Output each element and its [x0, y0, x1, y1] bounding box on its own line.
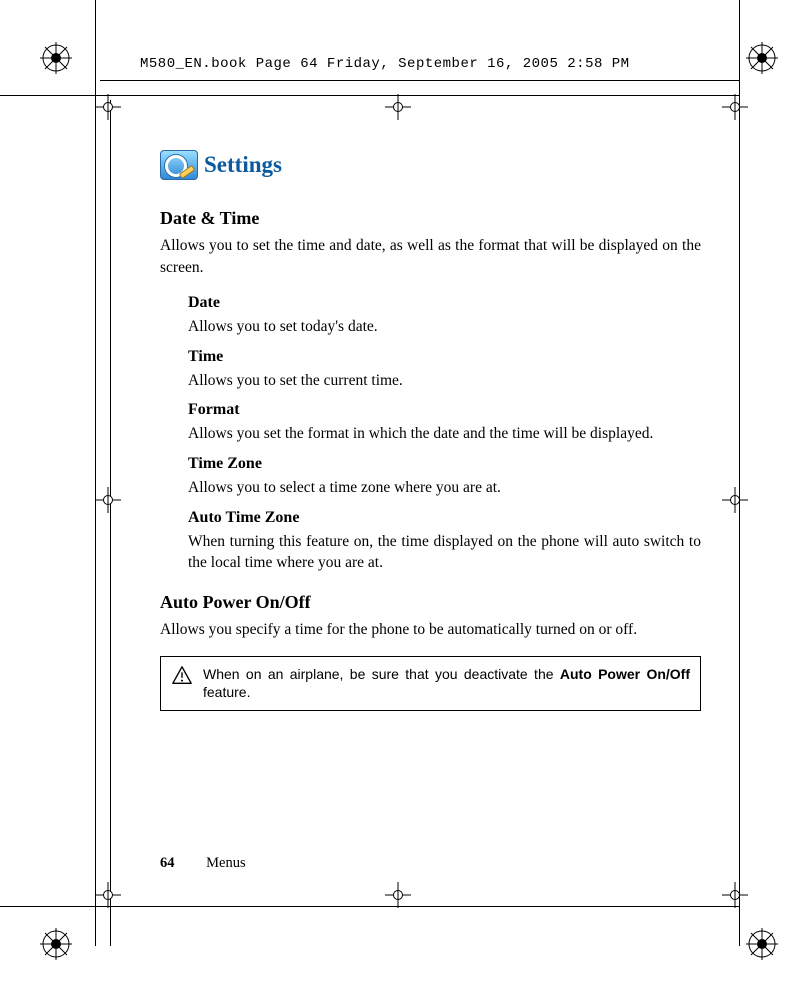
registration-mark-icon: [746, 42, 778, 74]
crosshair-icon: [95, 882, 121, 908]
section-heading-date-time: Date & Time: [160, 208, 701, 229]
sub-desc: Allows you set the format in which the d…: [188, 423, 701, 445]
sub-desc: Allows you to set today's date.: [188, 316, 701, 338]
crosshair-icon: [385, 94, 411, 120]
crosshair-icon: [722, 94, 748, 120]
registration-mark-icon: [40, 42, 72, 74]
sub-heading-timezone: Time Zone: [188, 455, 701, 473]
sub-heading-format: Format: [188, 401, 701, 419]
sub-heading-date: Date: [188, 294, 701, 312]
page-number: 64: [160, 855, 175, 871]
settings-icon: [160, 150, 198, 180]
registration-mark-icon: [40, 928, 72, 960]
page-content: Settings Date & Time Allows you to set t…: [160, 150, 701, 882]
section-heading-auto-power: Auto Power On/Off: [160, 592, 701, 613]
sub-desc: Allows you to select a time zone where y…: [188, 477, 701, 499]
note-post: feature.: [203, 684, 250, 700]
crop-line: [95, 0, 96, 946]
warning-note: When on an airplane, be sure that you de…: [160, 656, 701, 712]
crop-line: [110, 100, 111, 946]
running-head: M580_EN.book Page 64 Friday, September 1…: [140, 56, 630, 72]
sub-desc: When turning this feature on, the time d…: [188, 531, 701, 574]
registration-mark-icon: [746, 928, 778, 960]
footer-section: Menus: [206, 855, 245, 871]
warning-icon: [171, 665, 193, 687]
warning-text: When on an airplane, be sure that you de…: [203, 665, 690, 703]
note-pre: When on an airplane, be sure that you de…: [203, 666, 560, 682]
sub-heading-time: Time: [188, 348, 701, 366]
page-footer: 64 Menus: [160, 855, 246, 872]
crosshair-icon: [722, 487, 748, 513]
note-bold: Auto Power On/Off: [560, 666, 690, 682]
crosshair-icon: [722, 882, 748, 908]
crosshair-icon: [95, 94, 121, 120]
crop-line: [739, 0, 740, 946]
section-desc: Allows you to set the time and date, as …: [160, 235, 701, 280]
crop-line: [100, 80, 740, 81]
sub-desc: Allows you to set the current time.: [188, 370, 701, 392]
crosshair-icon: [95, 487, 121, 513]
page-title: Settings: [204, 152, 282, 178]
section-desc: Allows you specify a time for the phone …: [160, 619, 701, 641]
sub-heading-auto-timezone: Auto Time Zone: [188, 509, 701, 527]
crosshair-icon: [385, 882, 411, 908]
